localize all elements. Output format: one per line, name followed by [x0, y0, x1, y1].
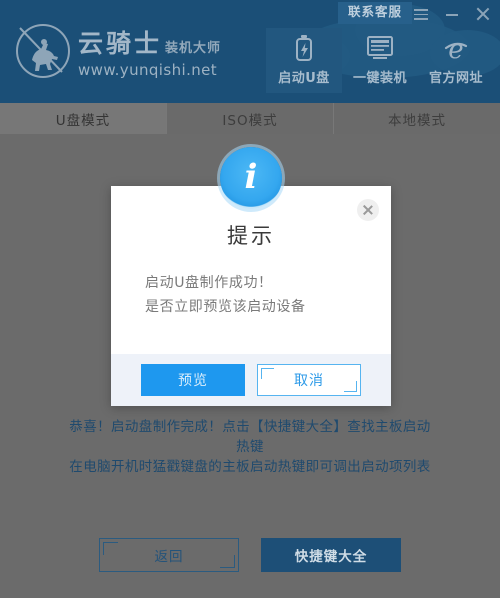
- mode-tabs: U盘模式 ISO模式 本地模式: [0, 103, 500, 134]
- nav-item-official-site[interactable]: e 官方网址: [418, 28, 494, 93]
- nav-label: 官方网址: [428, 71, 483, 86]
- completion-tip-line-1: 恭喜！启动盘制作完成！点击【快捷键大全】查找主板启动 热键: [0, 417, 500, 457]
- nav-label: 启动U盘: [278, 71, 330, 86]
- internet-explorer-icon: e: [418, 34, 494, 64]
- app-window: 云骑士 装机大师 www.yunqishi.net 联系客服 启动U盘 一键装机…: [0, 0, 500, 598]
- brand-url: www.yunqishi.net: [78, 60, 218, 79]
- app-header: 云骑士 装机大师 www.yunqishi.net 联系客服 启动U盘 一键装机…: [0, 0, 500, 103]
- completion-tip-text-1b: 热键: [236, 439, 264, 455]
- info-glyph: i: [244, 157, 258, 197]
- minimize-icon[interactable]: [443, 5, 461, 23]
- close-icon[interactable]: [474, 5, 492, 23]
- dialog-title: 提示: [227, 224, 275, 248]
- brand-subtitle: 装机大师: [165, 40, 222, 56]
- monitor-document-icon: [342, 34, 418, 64]
- brand-name: 云骑士: [78, 28, 163, 58]
- back-button[interactable]: 返回: [99, 538, 239, 572]
- bottom-action-bar: 返回 快捷键大全: [0, 538, 500, 572]
- completion-tip-line-2: 在电脑开机时猛戳键盘的主板启动热键即可调出启动项列表: [69, 459, 431, 475]
- brand-logo: 云骑士 装机大师 www.yunqishi.net: [14, 18, 244, 84]
- dialog-message-line-1: 启动U盘制作成功！: [145, 275, 273, 291]
- info-circle-icon: i: [220, 147, 282, 209]
- dialog-message-line-2: 是否立即预览该启动设备: [145, 299, 306, 315]
- dialog-cancel-button[interactable]: 取消: [257, 364, 361, 396]
- main-nav: 启动U盘 一键装机 e 官方网址: [266, 28, 494, 93]
- dialog-message: 启动U盘制作成功！ 是否立即预览该启动设备: [145, 271, 365, 319]
- hotkey-list-button[interactable]: 快捷键大全: [261, 538, 401, 572]
- knight-on-horse-circle-logo-icon: [14, 22, 72, 80]
- nav-label: 一键装机: [352, 71, 407, 86]
- dialog-footer: 预览 取消: [111, 354, 391, 406]
- dialog-preview-button[interactable]: 预览: [141, 364, 245, 396]
- completion-tip-text-1: 恭喜！启动盘制作完成！点击【快捷键大全】查找主板启动: [69, 419, 431, 435]
- brand-text: 云骑士 装机大师 www.yunqishi.net: [78, 24, 221, 79]
- dialog-close-icon[interactable]: [357, 199, 379, 221]
- tab-local-mode[interactable]: 本地模式: [334, 103, 500, 134]
- contact-support-button[interactable]: 联系客服: [337, 2, 412, 24]
- tab-iso-mode[interactable]: ISO模式: [167, 103, 334, 134]
- dialog-cancel-label: 取消: [294, 373, 324, 389]
- svg-text:e: e: [448, 35, 463, 63]
- prompt-dialog: i 提示 启动U盘制作成功！ 是否立即预览该启动设备 预览 取消: [111, 147, 391, 406]
- tab-usb-mode[interactable]: U盘模式: [0, 103, 167, 134]
- hamburger-menu-icon[interactable]: [412, 5, 430, 23]
- nav-item-one-click-install[interactable]: 一键装机: [342, 28, 418, 93]
- usb-drive-icon: [266, 34, 342, 64]
- window-controls: [412, 2, 492, 26]
- nav-item-usb-boot[interactable]: 启动U盘: [266, 28, 342, 93]
- back-button-label: 返回: [154, 549, 184, 565]
